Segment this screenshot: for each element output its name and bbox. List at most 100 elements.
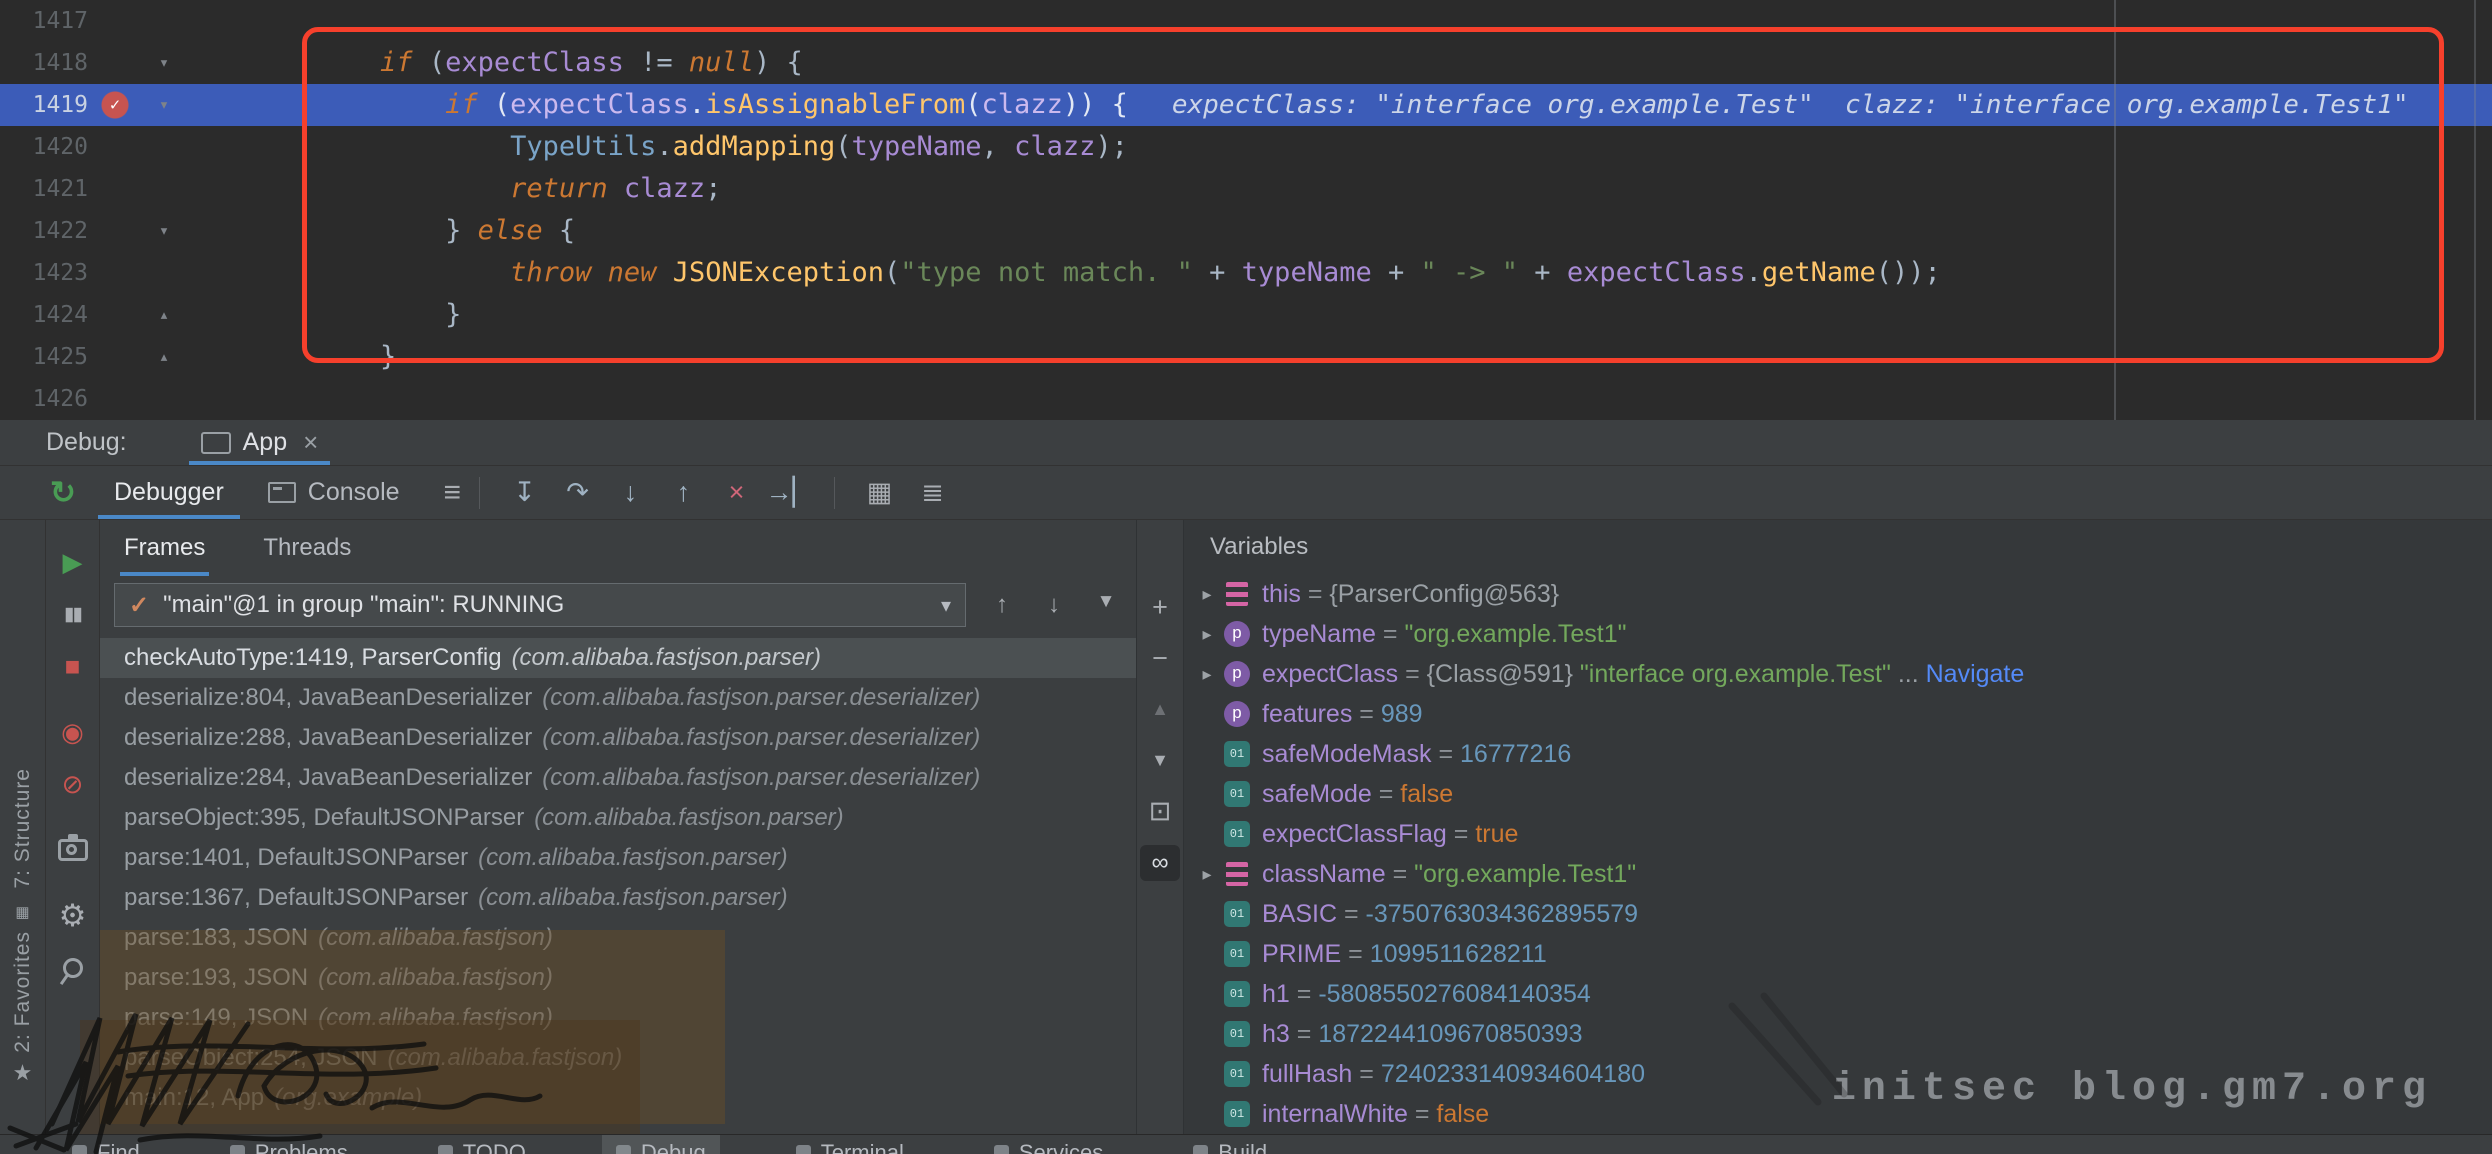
move-down-icon[interactable]: ▼ xyxy=(1137,735,1183,786)
bottom-tab-find[interactable]: Find xyxy=(58,1135,154,1154)
show-execution-point-icon[interactable]: ↧ xyxy=(498,477,551,508)
code-line-1422[interactable]: 1422▾ } else { xyxy=(0,210,2492,252)
stop-icon[interactable]: ■ xyxy=(46,640,99,692)
variable-row[interactable]: 01expectClassFlag = true xyxy=(1184,814,2492,854)
line-number[interactable]: 1425 xyxy=(0,336,88,378)
bottom-tab-build[interactable]: Build xyxy=(1179,1135,1281,1154)
frame-row[interactable]: parse:149, JSON(com.alibaba.fastjson) xyxy=(100,998,1136,1038)
rerun-icon[interactable]: ↻ xyxy=(50,475,76,511)
camera-icon[interactable] xyxy=(46,824,99,876)
add-watch-icon[interactable]: + xyxy=(1137,582,1183,633)
settings-icon[interactable]: ⚙ xyxy=(46,890,99,942)
bottom-tab-problems[interactable]: Problems xyxy=(216,1135,362,1154)
frame-row[interactable]: parseObject:395, DefaultJSONParser(com.a… xyxy=(100,798,1136,838)
layout-menu-icon[interactable]: ≡ xyxy=(444,476,462,510)
step-out-icon[interactable]: ↑ xyxy=(657,477,710,508)
resume-icon[interactable]: ▶ xyxy=(46,536,99,588)
tab-console[interactable]: Console xyxy=(246,466,422,519)
layout-settings-icon[interactable]: ≣ xyxy=(906,477,959,508)
variable-row[interactable]: 01safeModeMask = 16777216 xyxy=(1184,734,2492,774)
expand-icon[interactable]: ▸ xyxy=(1190,664,1224,685)
line-number[interactable]: 1420 xyxy=(0,126,88,168)
navigate-link[interactable]: Navigate xyxy=(1926,660,2025,689)
variable-row[interactable]: ▸ptypeName = "org.example.Test1" xyxy=(1184,614,2492,654)
frame-row[interactable]: parse:1401, DefaultJSONParser(com.alibab… xyxy=(100,838,1136,878)
sidebar-item-favorites[interactable]: 2: Favorites xyxy=(11,931,35,1053)
bottom-tab-terminal[interactable]: Terminal xyxy=(782,1135,918,1154)
tab-frames[interactable]: Frames xyxy=(124,520,205,576)
run-to-cursor-icon[interactable]: →▏ xyxy=(763,477,816,508)
step-into-icon[interactable]: ↓ xyxy=(604,477,657,508)
filter-frames-icon[interactable]: ▼ xyxy=(1080,591,1132,619)
close-icon[interactable]: × xyxy=(303,427,318,458)
variable-row[interactable]: pfeatures = 989 xyxy=(1184,694,2492,734)
pin-icon[interactable] xyxy=(46,942,99,994)
code-line-1425[interactable]: 1425▴ } xyxy=(0,336,2492,378)
tab-debugger[interactable]: Debugger xyxy=(92,466,246,519)
drop-frame-icon[interactable]: × xyxy=(710,477,763,508)
tab-app[interactable]: App × xyxy=(185,420,335,465)
frame-row[interactable]: deserialize:284, JavaBeanDeserializer(co… xyxy=(100,758,1136,798)
variable-row[interactable]: 01h3 = 1872244109670850393 xyxy=(1184,1014,2492,1054)
watches-icon[interactable]: ∞ xyxy=(1140,845,1180,881)
frame-row[interactable]: deserialize:288, JavaBeanDeserializer(co… xyxy=(100,718,1136,758)
code-line-1424[interactable]: 1424▴ } xyxy=(0,294,2492,336)
step-over-icon[interactable]: ↷ xyxy=(551,477,604,508)
variable-row[interactable]: 01safeMode = false xyxy=(1184,774,2492,814)
copy-stack-icon[interactable]: ⊡ xyxy=(1137,786,1183,837)
fold-icon[interactable]: ▾ xyxy=(142,84,186,126)
tab-threads[interactable]: Threads xyxy=(263,520,351,576)
sidebar-item-structure[interactable]: 7: Structure xyxy=(11,768,35,889)
fold-icon[interactable]: ▴ xyxy=(142,294,186,336)
move-up-icon[interactable]: ▲ xyxy=(1137,684,1183,735)
code-line-1421[interactable]: 1421 return clazz; xyxy=(0,168,2492,210)
bottom-tab-debug[interactable]: Debug xyxy=(602,1135,720,1154)
variable-row[interactable]: ▸this = {ParserConfig@563} xyxy=(1184,574,2492,614)
frame-row[interactable]: checkAutoType:1419, ParserConfig(com.ali… xyxy=(100,638,1136,678)
code-line-1417[interactable]: 1417 xyxy=(0,0,2492,42)
editor-scrollbar[interactable] xyxy=(2474,0,2476,420)
fold-icon[interactable]: ▾ xyxy=(142,210,186,252)
line-number[interactable]: 1421 xyxy=(0,168,88,210)
frame-row[interactable]: parse:193, JSON(com.alibaba.fastjson) xyxy=(100,958,1136,998)
fold-icon[interactable]: ▾ xyxy=(142,42,186,84)
mute-breakpoints-icon[interactable]: ⊘ xyxy=(46,758,99,810)
remove-watch-icon[interactable]: − xyxy=(1137,633,1183,684)
thread-dropdown[interactable]: ✓ "main"@1 in group "main": RUNNING ▾ xyxy=(114,583,966,627)
next-frame-icon[interactable]: ↓ xyxy=(1028,591,1080,619)
frame-row[interactable]: deserialize:804, JavaBeanDeserializer(co… xyxy=(100,678,1136,718)
bottom-tab-services[interactable]: Services xyxy=(980,1135,1117,1154)
code-line-1418[interactable]: 1418▾ if (expectClass != null) { xyxy=(0,42,2492,84)
line-number[interactable]: 1422 xyxy=(0,210,88,252)
code-line-1423[interactable]: 1423 throw new JSONException("type not m… xyxy=(0,252,2492,294)
frame-row[interactable]: main:12, App(org.example) xyxy=(100,1078,1136,1118)
fold-icon[interactable]: ▴ xyxy=(142,336,186,378)
line-number[interactable]: 1419 xyxy=(0,84,88,126)
pause-icon[interactable]: ▮▮ xyxy=(46,588,99,640)
view-breakpoints-icon[interactable]: ◉ xyxy=(46,706,99,758)
variable-row[interactable]: ▸className = "org.example.Test1" xyxy=(1184,854,2492,894)
line-number[interactable]: 1426 xyxy=(0,378,88,420)
variable-row[interactable]: ▸pexpectClass = {Class@591} "interface o… xyxy=(1184,654,2492,694)
code-line-1420[interactable]: 1420 TypeUtils.addMapping(typeName, claz… xyxy=(0,126,2492,168)
expand-icon[interactable]: ▸ xyxy=(1190,864,1224,885)
line-number[interactable]: 1424 xyxy=(0,294,88,336)
frame-row[interactable]: parse:1367, DefaultJSONParser(com.alibab… xyxy=(100,878,1136,918)
code-line-1419[interactable]: 1419✓▾ if (expectClass.isAssignableFrom(… xyxy=(0,84,2492,126)
line-number[interactable]: 1417 xyxy=(0,0,88,42)
frame-row[interactable]: parseObject:254, JSON(com.alibaba.fastjs… xyxy=(100,1038,1136,1078)
code-line-1426[interactable]: 1426 xyxy=(0,378,2492,420)
breakpoint-icon[interactable]: ✓ xyxy=(88,84,142,126)
previous-frame-icon[interactable]: ↑ xyxy=(976,591,1028,619)
expand-icon[interactable]: ▸ xyxy=(1190,584,1224,605)
bottom-tab-todo[interactable]: TODO xyxy=(424,1135,540,1154)
variable-row[interactable]: 01BASIC = -3750763034362895579 xyxy=(1184,894,2492,934)
evaluate-expression-icon[interactable]: ▦ xyxy=(853,477,906,508)
line-number[interactable]: 1423 xyxy=(0,252,88,294)
code-editor[interactable]: 14171418▾ if (expectClass != null) {1419… xyxy=(0,0,2492,420)
variable-row[interactable]: 01h1 = -5808550276084140354 xyxy=(1184,974,2492,1014)
line-number[interactable]: 1418 xyxy=(0,42,88,84)
frame-row[interactable]: parse:183, JSON(com.alibaba.fastjson) xyxy=(100,918,1136,958)
expand-icon[interactable]: ▸ xyxy=(1190,624,1224,645)
variable-row[interactable]: 01PRIME = 1099511628211 xyxy=(1184,934,2492,974)
